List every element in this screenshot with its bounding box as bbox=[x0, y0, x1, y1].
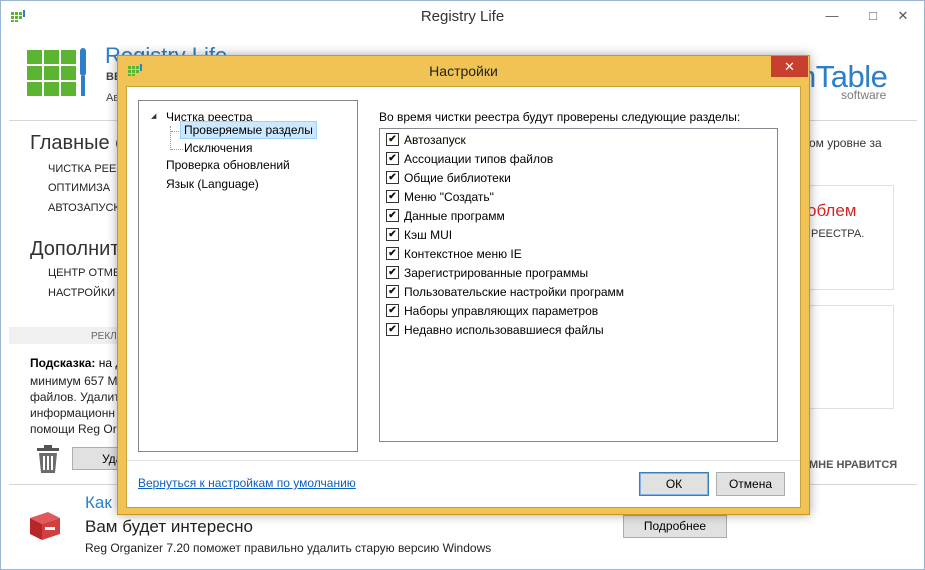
sections-checklist: ✔ Автозапуск ✔ Ассоциации типов файлов ✔ Об… bbox=[379, 128, 778, 442]
tip-text-line: минимум 657 М bbox=[30, 374, 118, 388]
section-checkbox-row[interactable]: ✔ Кэш MUI bbox=[386, 226, 452, 243]
checkbox[interactable]: ✔ bbox=[386, 209, 399, 222]
tree-connector bbox=[171, 149, 183, 150]
checkbox[interactable]: ✔ bbox=[386, 247, 399, 260]
tip-text-line: информационн bbox=[30, 406, 115, 420]
nav-link-autorun[interactable]: АВТОЗАПУСК bbox=[48, 202, 120, 214]
brand-logo-subtext: software bbox=[841, 88, 887, 102]
nav-link-optimization[interactable]: ОПТИМИЗА bbox=[48, 182, 110, 194]
checkbox[interactable]: ✔ bbox=[386, 133, 399, 146]
section-checkbox-row[interactable]: ✔ Общие библиотеки bbox=[386, 169, 511, 186]
tree-expand-icon[interactable]: ◢ bbox=[151, 112, 156, 120]
checkbox-label: Зарегистрированные программы bbox=[404, 265, 589, 280]
section-checkbox-row[interactable]: ✔ Автозапуск bbox=[386, 131, 466, 148]
nav-link-settings[interactable]: НАСТРОЙКИ bbox=[48, 287, 115, 299]
trash-icon bbox=[37, 445, 59, 473]
info-card bbox=[797, 305, 894, 409]
tree-item-checked-sections[interactable]: Проверяемые разделы bbox=[180, 121, 317, 139]
ok-button[interactable]: ОК bbox=[639, 472, 709, 496]
tip-text-line: файлов. Удалит bbox=[30, 390, 120, 404]
dislike-link[interactable]: МНЕ НРАВИТСЯ bbox=[809, 459, 897, 471]
promo-description: Reg Organizer 7.20 поможет правильно уда… bbox=[85, 541, 492, 555]
dialog-close-button[interactable]: ✕ bbox=[771, 56, 808, 77]
tree-item-language[interactable]: Язык (Language) bbox=[166, 177, 259, 191]
tree-connector bbox=[170, 126, 171, 150]
registry-life-logo bbox=[27, 48, 86, 96]
main-functions-heading: Главные с bbox=[30, 132, 126, 154]
tree-item-update-check[interactable]: Проверка обновлений bbox=[166, 158, 290, 172]
checkbox-label: Наборы управляющих параметров bbox=[404, 303, 599, 318]
checkbox-label: Недавно использовавшиеся файлы bbox=[404, 322, 604, 337]
minimize-button[interactable]: — bbox=[811, 1, 853, 30]
section-checkbox-row[interactable]: ✔ Зарегистрированные программы bbox=[386, 264, 588, 281]
reg-organizer-icon bbox=[30, 512, 60, 540]
ad-label: РЕКЛ bbox=[91, 331, 117, 342]
tree-connector bbox=[171, 131, 179, 132]
sections-intro-text: Во время чистки реестра будут проверены … bbox=[379, 110, 741, 124]
close-button[interactable]: ✕ bbox=[883, 1, 923, 30]
checkbox-label: Общие библиотеки bbox=[404, 170, 511, 185]
checkbox[interactable]: ✔ bbox=[386, 171, 399, 184]
checkbox-label: Контекстное меню IE bbox=[404, 246, 522, 261]
tree-item-exclusions[interactable]: Исключения bbox=[184, 141, 253, 155]
additional-heading: Дополнит bbox=[30, 238, 120, 260]
restore-defaults-link[interactable]: Вернуться к настройкам по умолчанию bbox=[138, 476, 356, 490]
window-title: Registry Life bbox=[420, 8, 505, 25]
section-checkbox-row[interactable]: ✔ Меню "Создать" bbox=[386, 188, 494, 205]
section-checkbox-row[interactable]: ✔ Пользовательские настройки программ bbox=[386, 283, 624, 300]
section-checkbox-row[interactable]: ✔ Наборы управляющих параметров bbox=[386, 302, 598, 319]
settings-dialog: Настройки ✕ ◢ Чистка реестра Проверяемые… bbox=[117, 55, 810, 515]
settings-tree[interactable]: ◢ Чистка реестра Проверяемые разделы Иск… bbox=[138, 100, 358, 452]
checkbox-label: Ассоциации типов файлов bbox=[404, 151, 554, 166]
main-titlebar[interactable]: Registry Life — □ ✕ bbox=[1, 1, 924, 32]
checkbox[interactable]: ✔ bbox=[386, 323, 399, 336]
tip-text: Подсказка: на д bbox=[30, 356, 122, 370]
checkbox-label: Автозапуск bbox=[404, 132, 466, 147]
dialog-body: ◢ Чистка реестра Проверяемые разделы Иск… bbox=[126, 86, 801, 508]
checkbox-label: Данные программ bbox=[404, 208, 505, 223]
cancel-button[interactable]: Отмена bbox=[716, 472, 785, 496]
tip-prefix: Подсказка: bbox=[30, 356, 96, 370]
problems-label: облем bbox=[807, 201, 857, 220]
section-checkbox-row[interactable]: ✔ Ассоциации типов файлов bbox=[386, 150, 553, 167]
checkbox[interactable]: ✔ bbox=[386, 285, 399, 298]
section-checkbox-row[interactable]: ✔ Данные программ bbox=[386, 207, 505, 224]
dialog-title: Настройки bbox=[429, 63, 498, 79]
section-checkbox-row[interactable]: ✔ Контекстное меню IE bbox=[386, 245, 522, 262]
checkbox-label: Меню "Создать" bbox=[404, 189, 494, 204]
checkbox[interactable]: ✔ bbox=[386, 304, 399, 317]
status-text: ом уровне за bbox=[809, 136, 882, 150]
checkbox[interactable]: ✔ bbox=[386, 190, 399, 203]
checkbox[interactable]: ✔ bbox=[386, 228, 399, 241]
promo-heading: Как bbox=[85, 493, 112, 512]
checkbox-label: Пользовательские настройки программ bbox=[404, 284, 625, 299]
registry-label: РЕЕСТРА. bbox=[811, 228, 865, 240]
checkbox[interactable]: ✔ bbox=[386, 266, 399, 279]
checkbox[interactable]: ✔ bbox=[386, 152, 399, 165]
promo-title: Вам будет интересно bbox=[85, 517, 254, 536]
more-details-button[interactable]: Подробнее bbox=[623, 515, 727, 538]
tip-text-line: помощи Reg Or bbox=[30, 422, 117, 436]
section-checkbox-row[interactable]: ✔ Недавно использовавшиеся файлы bbox=[386, 321, 604, 338]
checkbox-label: Кэш MUI bbox=[404, 227, 453, 242]
divider bbox=[127, 460, 800, 461]
